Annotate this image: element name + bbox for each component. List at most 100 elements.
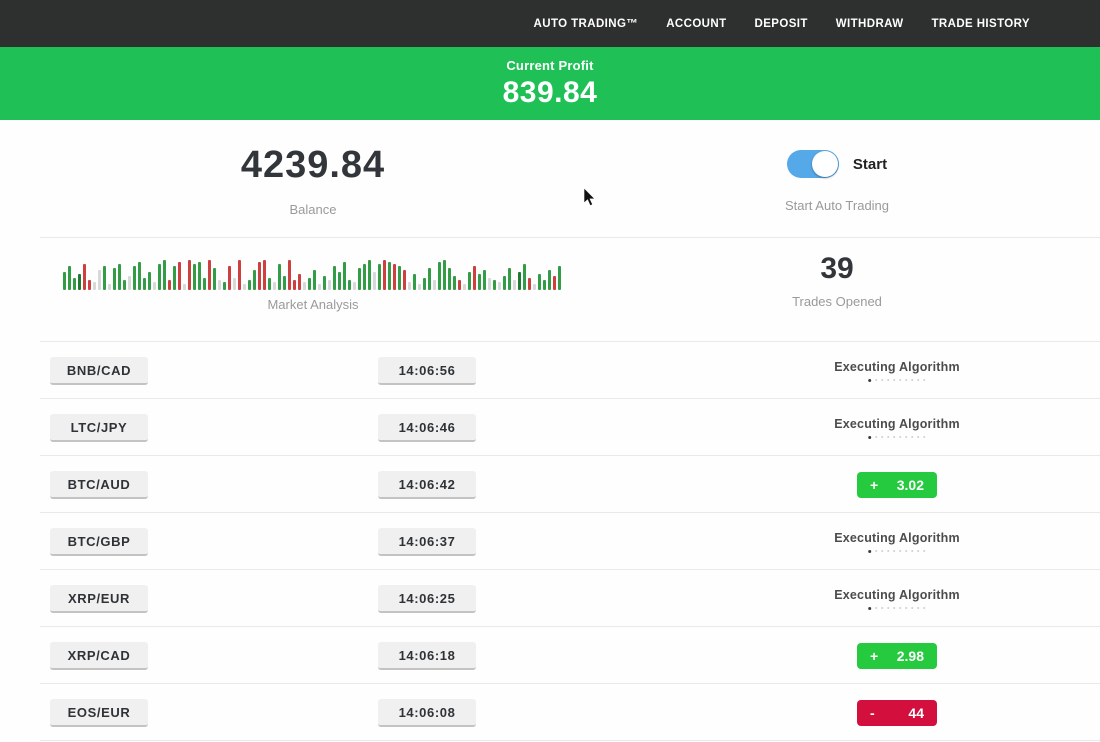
market-bar	[168, 280, 171, 290]
executing-algorithm-label: Executing Algorithm	[834, 531, 960, 545]
market-bar	[543, 280, 546, 290]
market-bar	[248, 280, 251, 290]
market-bar	[158, 264, 161, 290]
market-bar	[303, 282, 306, 290]
market-bar	[88, 280, 91, 290]
market-bar	[493, 280, 496, 290]
table-row: BTC/GBP14:06:37Executing Algorithm	[0, 513, 1100, 570]
market-bar	[243, 284, 246, 290]
trades-opened-block: 39 Trades Opened	[626, 238, 1048, 341]
toggle-label: Start	[853, 156, 887, 173]
market-bar	[193, 264, 196, 290]
market-bar	[418, 284, 421, 290]
market-bar	[113, 268, 116, 290]
pair-badge[interactable]: XRP/EUR	[50, 585, 148, 613]
market-bar	[393, 264, 396, 290]
result-sign: +	[870, 648, 878, 664]
market-bar	[353, 282, 356, 290]
market-bar	[238, 260, 241, 290]
market-bar	[358, 268, 361, 290]
table-row: BTC/AUD14:06:42+3.02	[0, 456, 1100, 513]
top-nav: AUTO TRADING™ ACCOUNT DEPOSIT WITHDRAW TRADE…	[0, 0, 1100, 47]
progress-dot	[887, 436, 889, 438]
market-bar	[308, 278, 311, 290]
market-bar	[433, 280, 436, 290]
market-bar	[298, 274, 301, 290]
market-bar	[508, 268, 511, 290]
nav-item-deposit[interactable]: DEPOSIT	[755, 18, 808, 30]
market-analysis-chart	[63, 252, 563, 290]
market-section: Market Analysis 39 Trades Opened	[0, 238, 1100, 341]
market-bar	[338, 272, 341, 290]
market-bar	[518, 272, 521, 290]
time-badge: 14:06:08	[378, 699, 476, 727]
trade-status: -44	[857, 700, 937, 726]
market-bar	[453, 276, 456, 290]
nav-item-account[interactable]: ACCOUNT	[666, 18, 726, 30]
pair-badge[interactable]: XRP/CAD	[50, 642, 148, 670]
trade-status: Executing Algorithm	[834, 531, 960, 553]
progress-dot	[868, 436, 871, 439]
market-bar	[223, 282, 226, 290]
market-bar	[313, 270, 316, 290]
market-bar	[413, 274, 416, 290]
progress-dot	[868, 607, 871, 610]
progress-dot	[893, 379, 895, 381]
market-bar	[323, 276, 326, 290]
pair-badge[interactable]: BNB/CAD	[50, 357, 148, 385]
market-bar	[528, 278, 531, 290]
market-bar	[148, 272, 151, 290]
progress-dot	[917, 379, 919, 381]
market-bar	[408, 282, 411, 290]
time-badge: 14:06:56	[378, 357, 476, 385]
nav-item-auto-trading[interactable]: AUTO TRADING™	[534, 18, 639, 30]
trade-status: Executing Algorithm	[834, 417, 960, 439]
market-bar	[478, 274, 481, 290]
table-row: XRP/CAD14:06:18+2.98	[0, 627, 1100, 684]
market-bar	[343, 262, 346, 290]
market-bar	[213, 268, 216, 290]
table-row: EOS/EUR 14:06:08 -44	[0, 684, 1100, 741]
pair-badge[interactable]: BTC/GBP	[50, 528, 148, 556]
market-bar	[553, 276, 556, 290]
auto-trading-toggle[interactable]	[787, 150, 839, 178]
progress-dot	[905, 607, 907, 609]
market-bar	[463, 284, 466, 290]
market-bar	[438, 262, 441, 290]
progress-dot	[881, 436, 883, 438]
market-bar	[263, 260, 266, 290]
market-bar	[443, 260, 446, 290]
market-bar	[473, 266, 476, 290]
market-bar	[68, 266, 71, 290]
pair-badge[interactable]: LTC/JPY	[50, 414, 148, 442]
pair-badge[interactable]: EOS/EUR	[50, 699, 148, 727]
market-bar	[513, 280, 516, 290]
progress-dot	[905, 436, 907, 438]
progress-dots	[834, 550, 960, 553]
market-bar	[178, 262, 181, 290]
market-bar	[188, 260, 191, 290]
progress-dot	[899, 436, 901, 438]
trades-opened-value: 39	[626, 252, 1048, 286]
market-bar	[533, 284, 536, 290]
market-bar	[98, 270, 101, 290]
pair-badge[interactable]: BTC/AUD	[50, 471, 148, 499]
market-bar	[333, 266, 336, 290]
profit-banner: Current Profit 839.84	[0, 47, 1100, 120]
progress-dot	[868, 550, 871, 553]
progress-dot	[911, 379, 913, 381]
progress-dot	[923, 607, 925, 609]
nav-item-withdraw[interactable]: WITHDRAW	[836, 18, 904, 30]
progress-dot	[917, 436, 919, 438]
progress-dot	[887, 550, 889, 552]
executing-algorithm-label: Executing Algorithm	[834, 588, 960, 602]
progress-dot	[875, 550, 877, 552]
trade-status: Executing Algorithm	[834, 588, 960, 610]
nav-item-trade-history[interactable]: TRADE HISTORY	[932, 18, 1031, 30]
market-bar	[198, 262, 201, 290]
market-bar	[448, 268, 451, 290]
market-bar	[428, 268, 431, 290]
progress-dots	[834, 379, 960, 382]
market-bar	[283, 276, 286, 290]
progress-dots	[834, 436, 960, 439]
